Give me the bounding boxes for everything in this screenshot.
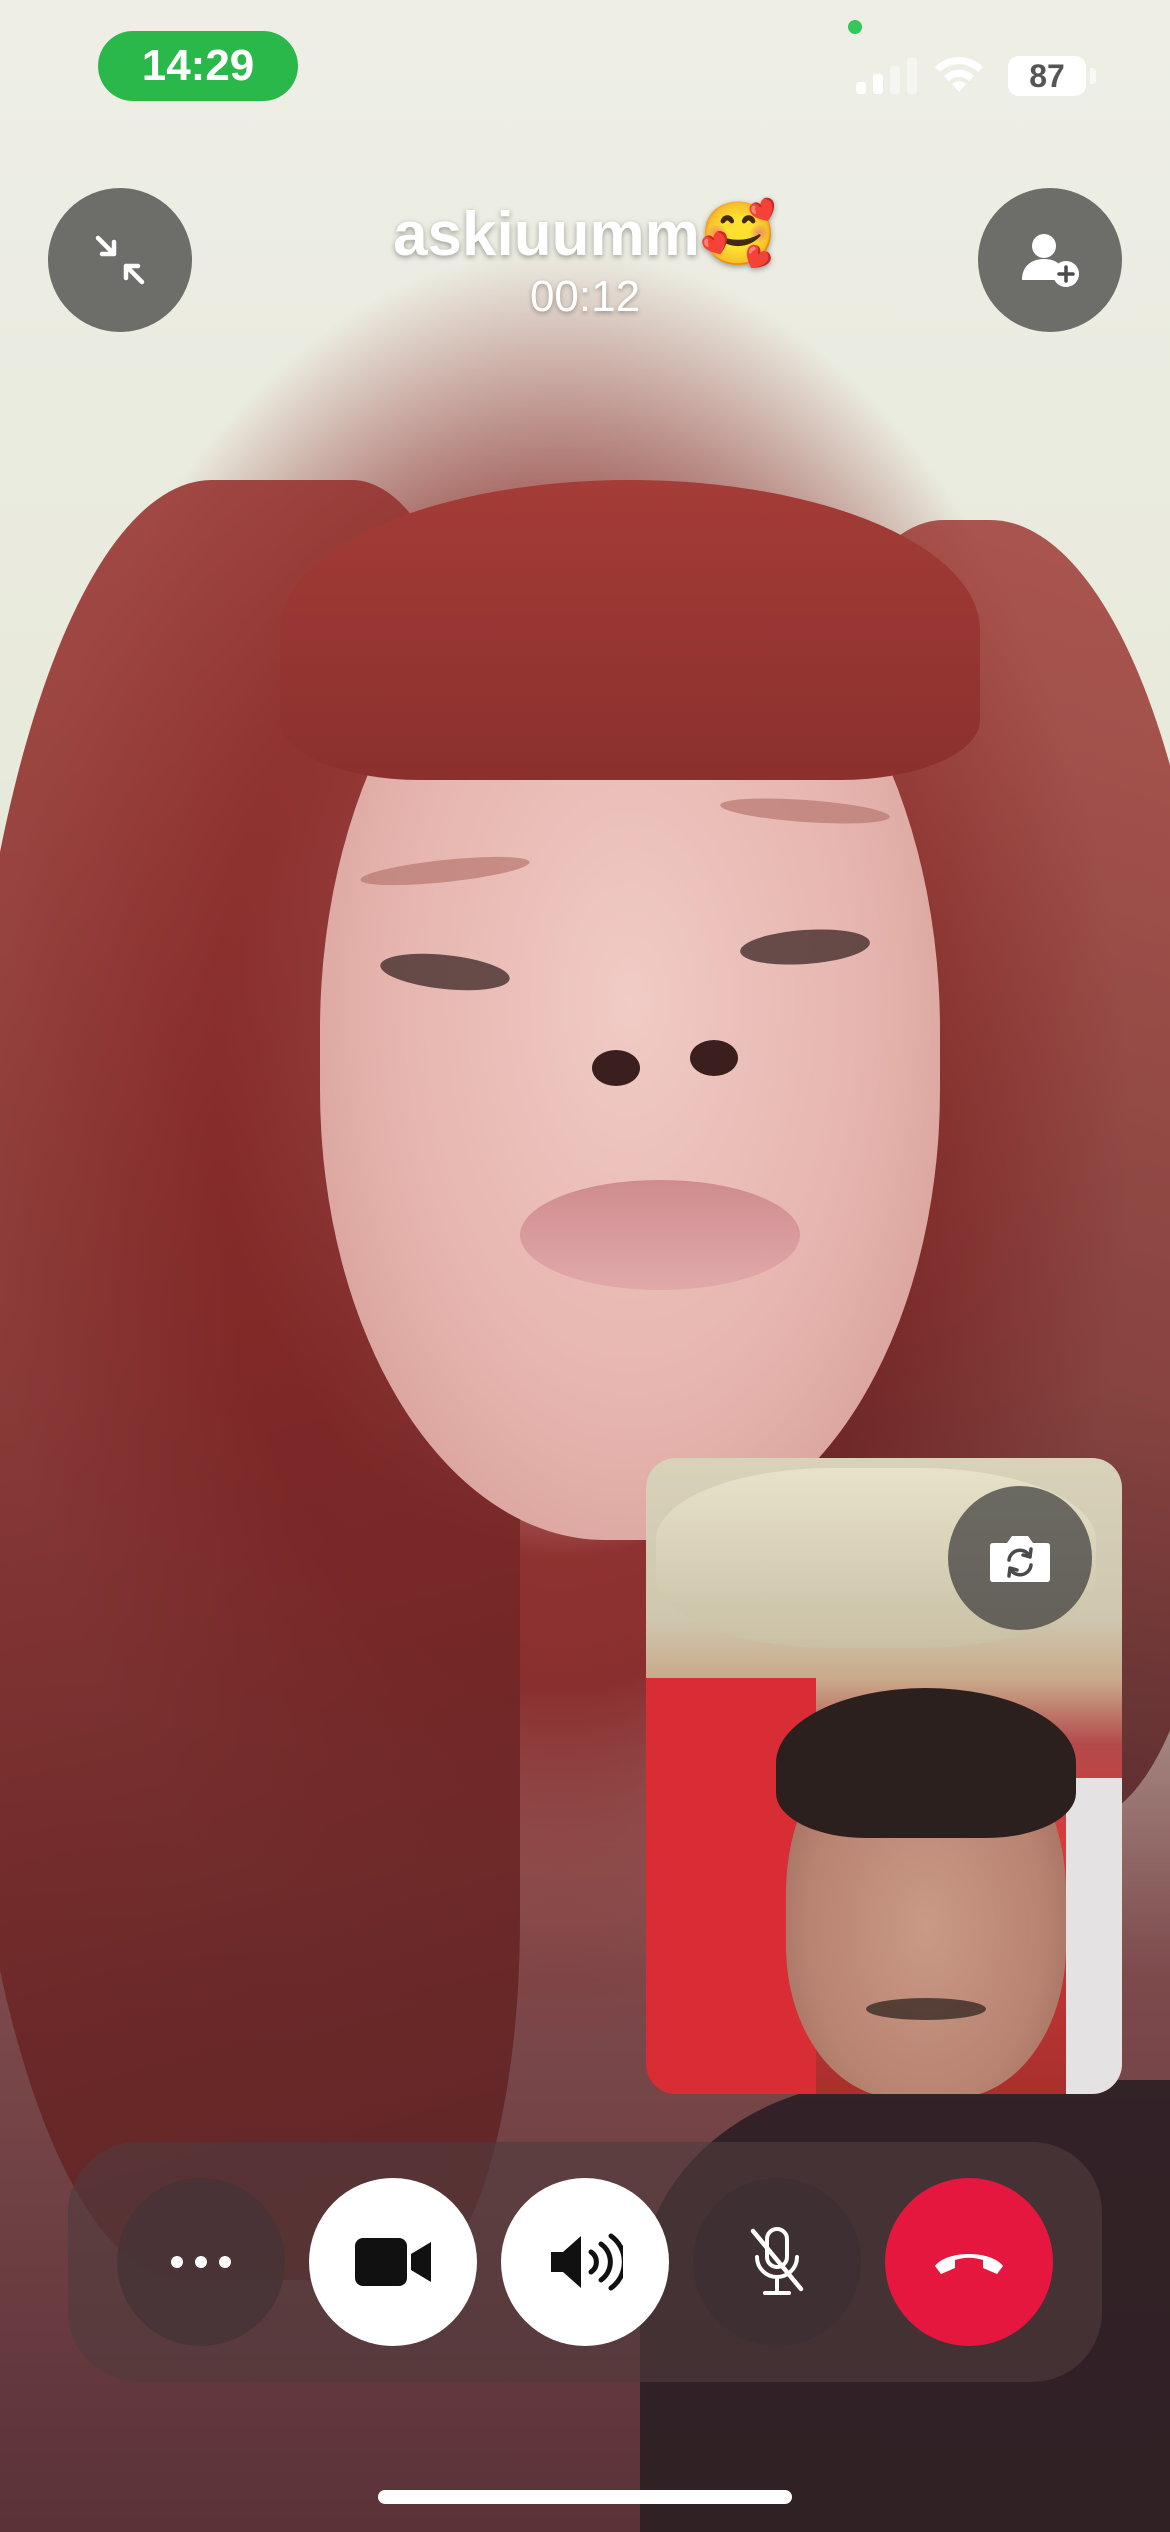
status-time[interactable]: 14:29 — [98, 31, 298, 101]
battery-icon: 87 — [1008, 56, 1086, 96]
camera-toggle-button[interactable] — [309, 2178, 477, 2346]
status-bar: 14:29 87 — [0, 0, 1170, 140]
more-options-button[interactable] — [117, 2178, 285, 2346]
flip-camera-icon — [990, 1536, 1050, 1582]
battery-level: 87 — [1029, 57, 1065, 94]
more-icon — [171, 2256, 231, 2268]
speaker-icon — [551, 2233, 623, 2291]
home-indicator[interactable] — [378, 2490, 792, 2504]
video-call-screen: 14:29 87 askiuumm🥰 00:12 — [0, 0, 1170, 2532]
call-control-bar — [68, 2142, 1102, 2382]
self-video-preview[interactable] — [646, 1458, 1122, 2094]
camera-in-use-indicator — [848, 20, 862, 34]
end-call-button[interactable] — [885, 2178, 1053, 2346]
mic-muted-icon — [750, 2227, 804, 2295]
mute-microphone-button[interactable] — [693, 2178, 861, 2346]
add-participant-button[interactable] — [978, 188, 1122, 332]
end-call-icon — [935, 2254, 1003, 2274]
speaker-button[interactable] — [501, 2178, 669, 2346]
video-camera-icon — [355, 2238, 431, 2286]
wifi-icon — [935, 57, 983, 92]
add-person-icon — [1022, 234, 1079, 287]
signal-icon — [856, 58, 917, 94]
flip-camera-button[interactable] — [948, 1486, 1092, 1630]
